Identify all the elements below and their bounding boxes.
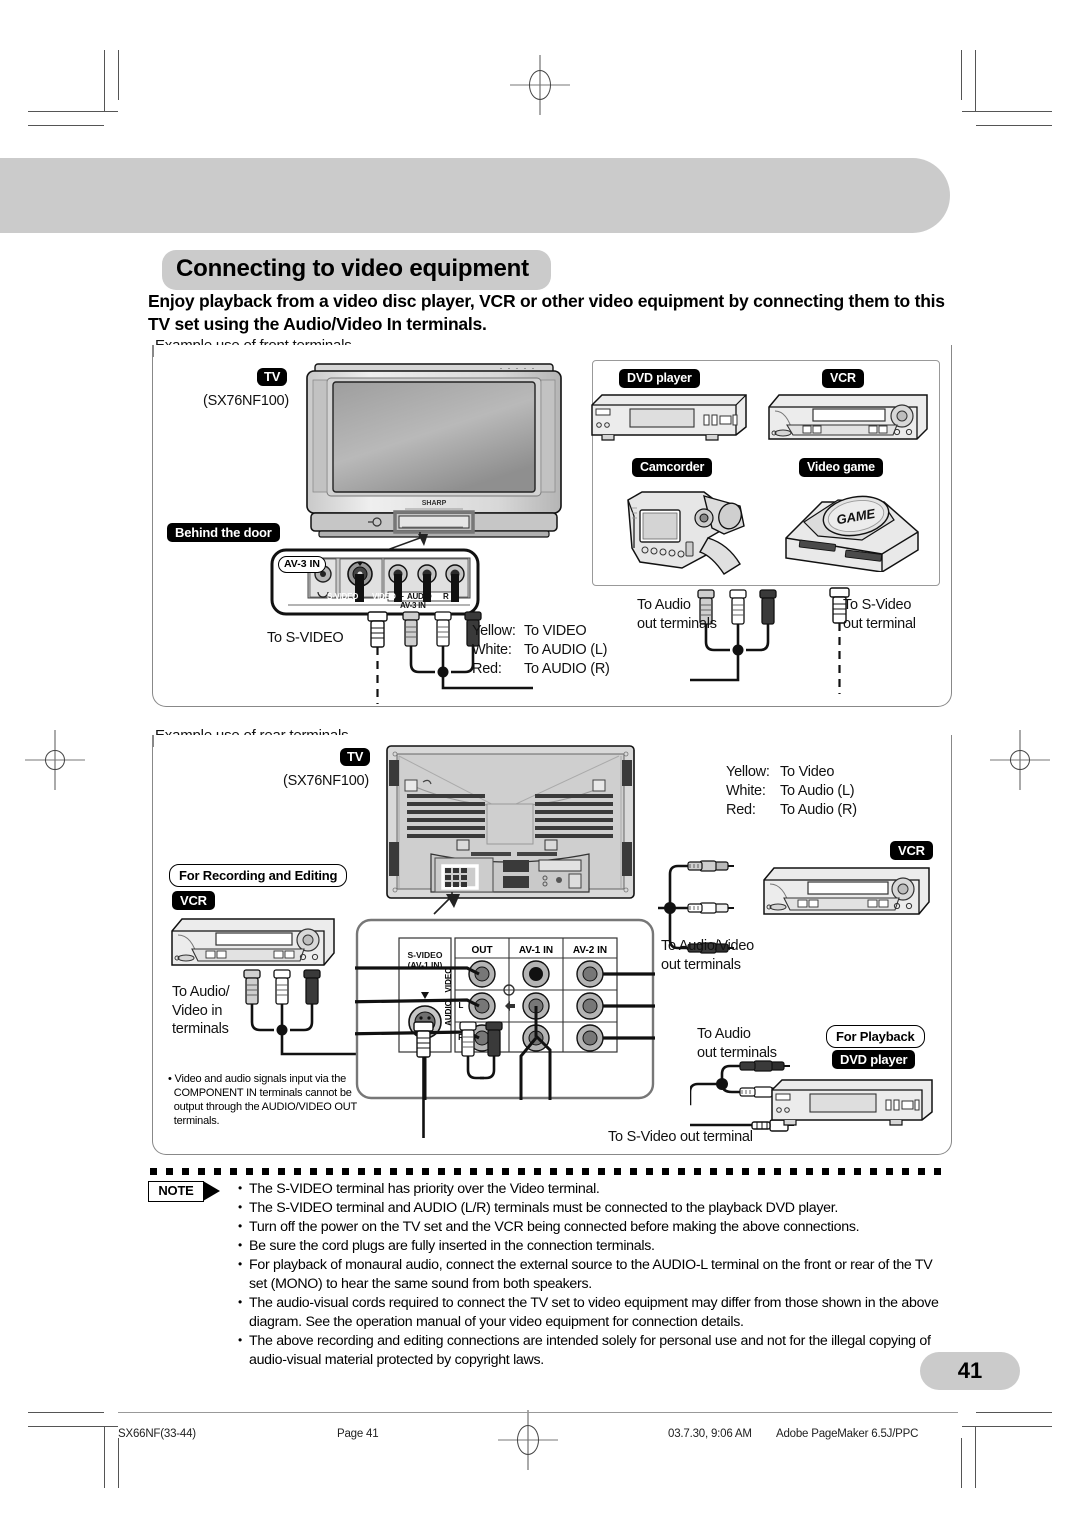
registration-mark-right [990, 730, 1050, 790]
rear-playback-badge: For Playback [826, 1025, 925, 1048]
front-legend-yellow-target: To VIDEO [524, 623, 587, 639]
rear-legend-yellow-target: To Video [780, 764, 835, 780]
crop-mark-top-right [952, 50, 1052, 128]
registration-mark-bottom [498, 1410, 558, 1470]
front-to-audio-out-label: To Audio out terminals [637, 597, 717, 632]
rear-frame-top-left-stub [152, 735, 154, 747]
rear-inner-note-frame [352, 905, 357, 910]
rear-to-svideo-out-label: To S-Video out terminal [608, 1129, 753, 1145]
rear-inner-note: • Video and audio signals input via the … [168, 1073, 358, 1127]
crop-mark-bottom-right [952, 1410, 1052, 1488]
note-item: The S-VIDEO terminal and AUDIO (L/R) ter… [238, 1198, 948, 1218]
svg-text:SHARP: SHARP [422, 500, 447, 507]
notes-list: The S-VIDEO terminal has priority over t… [238, 1179, 948, 1370]
rear-vcr-badge-right: VCR [890, 841, 933, 860]
note-item: The above recording and editing connecti… [238, 1331, 948, 1370]
rear-legend-red-target: To Audio (R) [780, 802, 857, 818]
front-av3-label: AV-3 IN [278, 556, 326, 573]
page-title: Connecting to video equipment [162, 250, 551, 290]
header-band [0, 158, 950, 233]
terminal-col-out: OUT [471, 945, 492, 956]
rear-legend-white-color: White: [726, 783, 766, 799]
front-camcorder-badge: Camcorder [632, 458, 713, 477]
front-to-svideo-out-label: To S-Video out terminal [843, 597, 916, 632]
note-dotted-rule [150, 1168, 950, 1175]
crop-mark-top-left [28, 50, 128, 128]
note-item: The S-VIDEO terminal has priority over t… [238, 1179, 948, 1199]
footer-page: Page 41 [337, 1428, 379, 1440]
rear-to-audio-out-label: To Audio out terminals [697, 1026, 777, 1061]
note-item: Turn off the power on the TV set and the… [238, 1217, 948, 1237]
front-dvd-badge: DVD player [619, 369, 700, 388]
front-jack-label-r: R [443, 592, 449, 601]
footer-timestamp: 03.7.30, 9:06 AM [668, 1428, 752, 1440]
rear-vcr-badge-left: VCR [172, 891, 215, 910]
rear-legend-red-color: Red: [726, 802, 756, 818]
rear-left-vcr-illustration [168, 913, 340, 971]
page-number-badge: 41 [920, 1352, 1020, 1390]
rear-bottom-plug-group [413, 1021, 503, 1138]
front-tv-badge: TV [257, 368, 288, 386]
rear-tv-model: (SX76NF100) [283, 773, 369, 789]
front-legend-red-color: Red: [472, 661, 502, 677]
note-label: NOTE [148, 1181, 204, 1202]
front-legend-yellow-color: Yellow: [472, 623, 516, 639]
terminal-col-av2: AV-2 IN [573, 945, 607, 956]
rear-recording-badge: For Recording and Editing [169, 864, 348, 887]
front-dvd-illustration [586, 389, 751, 441]
front-frame-top-left-stub [152, 345, 154, 357]
page-subtitle: Enjoy playback from a video disc player,… [148, 291, 945, 334]
note-arrow-icon [203, 1181, 220, 1201]
terminal-col-av1: AV-1 IN [519, 945, 553, 956]
front-tv-illustration: SHARP [305, 362, 563, 540]
rear-to-audio-video-in-label: To Audio/ Video in terminals [172, 984, 230, 1037]
front-jack-label-svideo: S-VIDEO [327, 592, 359, 601]
svideo-panel-label-line1: S-VIDEO [408, 950, 443, 960]
front-camcorder-illustration [612, 478, 757, 576]
footer-rule [118, 1412, 958, 1414]
note-item: The audio-visual cords required to conne… [238, 1293, 948, 1332]
front-tv-model: (SX76NF100) [203, 393, 289, 409]
front-legend-white-color: White: [472, 642, 512, 658]
rear-dvd-illustration [766, 1074, 938, 1126]
terminal-row-video: VIDEO [444, 968, 453, 993]
front-legend-white-target: To AUDIO (L) [524, 642, 608, 658]
terminal-row-l: L [459, 1001, 464, 1010]
rear-to-audio-video-out-label: To Audio/Video out terminals [661, 938, 754, 973]
manual-page: Connecting to video equipment Enjoy play… [0, 0, 1080, 1528]
footer-file: SX66NF(33-44) [118, 1428, 196, 1440]
rear-dvd-badge: DVD player [832, 1050, 916, 1069]
note-item: For playback of monaural audio, connect … [238, 1255, 948, 1294]
rear-right-vcr-illustration [760, 862, 935, 920]
footer-software: Adobe PageMaker 6.5J/PPC [776, 1428, 919, 1440]
front-vcr-badge: VCR [822, 369, 864, 388]
front-behind-door-badge: Behind the door [167, 523, 280, 542]
rear-left-cable-group [243, 969, 368, 1056]
registration-mark-top [510, 55, 570, 115]
front-videogame-illustration: GAME [778, 480, 926, 572]
rear-legend-white-target: To Audio (L) [780, 783, 855, 799]
note-marker: NOTE [148, 1181, 226, 1202]
rear-tv-badge: TV [340, 748, 371, 766]
front-videogame-badge: Video game [799, 458, 883, 477]
front-to-svideo-label: To S-VIDEO [267, 630, 344, 646]
registration-mark-left [25, 730, 85, 790]
front-vcr-illustration [765, 389, 933, 445]
crop-mark-bottom-left [28, 1410, 128, 1488]
rear-legend-yellow-color: Yellow: [726, 764, 770, 780]
front-jack-label-l: L [399, 590, 404, 599]
front-jack-label-video: VIDEO [372, 592, 396, 601]
note-item: Be sure the cord plugs are fully inserte… [238, 1236, 948, 1256]
front-legend-red-target: To AUDIO (R) [524, 661, 610, 677]
rear-tv-illustration [383, 742, 638, 907]
